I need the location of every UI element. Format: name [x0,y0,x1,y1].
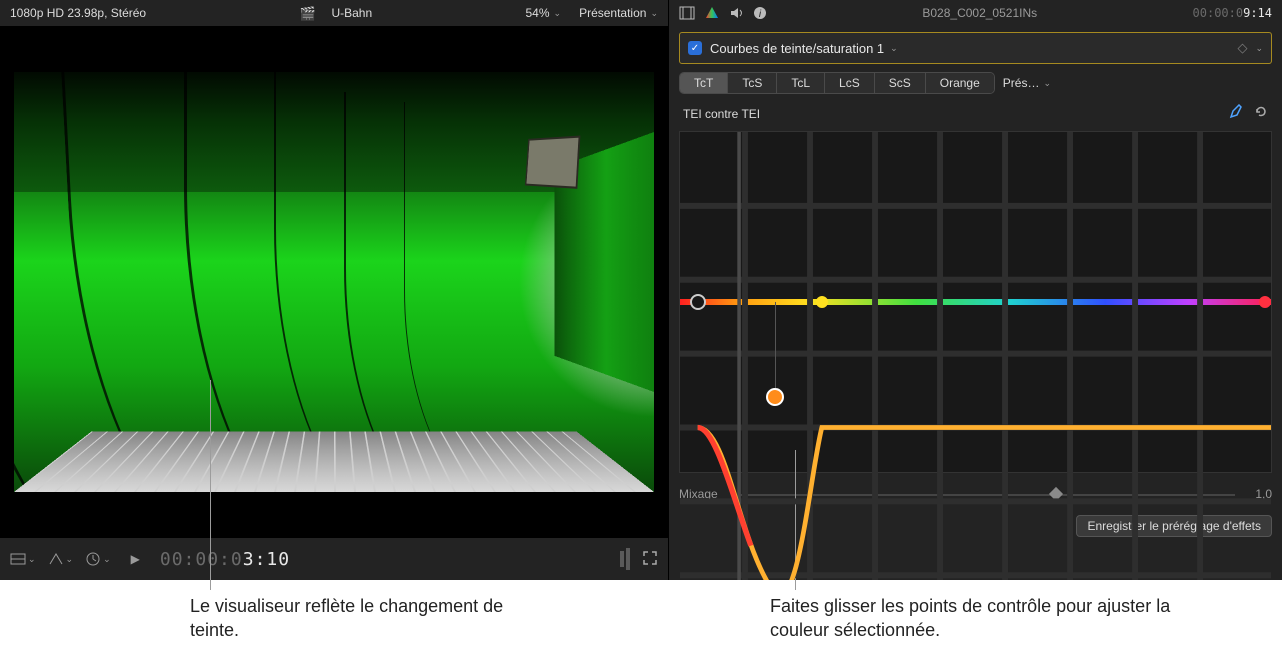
audio-meter-icon[interactable] [620,548,630,570]
play-button[interactable]: ▶ [123,552,148,566]
chevron-down-icon[interactable]: ⌄ [1255,43,1263,54]
zoom-value: 54% [525,6,549,20]
preset-menu[interactable]: Prés… ⌄ [1003,76,1051,90]
chevron-down-icon: ⌄ [554,8,562,19]
curve-point-yellow[interactable] [816,296,828,308]
curve-editor[interactable] [679,131,1272,473]
inspector-timecode: 00:00:09:14 [1193,6,1272,20]
curve-header: TEI contre TEI [669,100,1282,127]
clip-appearance-menu[interactable]: ⌄ [10,553,36,565]
captions: Le visualiseur reflète le changement de … [0,580,1282,660]
tab-tcl[interactable]: TcL [777,73,825,93]
viewer-panel: 1080p HD 23.98p, Stéréo U-Bahn 54% ⌄ Pré… [0,0,668,580]
caption-left: Le visualiseur reflète le changement de … [190,594,510,643]
eyedropper-icon[interactable] [1228,104,1244,123]
fullscreen-button[interactable] [642,550,658,569]
chevron-down-icon: ⌄ [650,8,658,19]
curve-point-end[interactable] [1259,296,1271,308]
curve-point-start[interactable] [690,294,706,310]
caption-right: Faites glisser les points de contrôle po… [770,594,1210,643]
curve-point-selected[interactable] [766,388,784,406]
video-inspector-icon[interactable] [679,6,695,20]
transform-menu[interactable]: ⌄ [48,552,74,566]
chevron-down-icon: ⌄ [66,554,74,565]
chevron-down-icon: ⌄ [28,554,36,565]
chevron-down-icon: ⌄ [1043,78,1051,89]
curve-title-label: TEI contre TEI [683,107,760,121]
curve-tabs: TcT TcS TcL LcS ScS Orange Prés… ⌄ [679,70,1272,96]
viewer-timecode[interactable]: 00:00:03:10 [160,549,290,570]
audio-inspector-icon[interactable] [729,6,743,20]
effect-name[interactable]: Courbes de teinte/saturation 1 ⌄ [710,41,1229,56]
keyframe-icon[interactable]: ◇ [1237,40,1247,56]
info-inspector-icon[interactable]: i [753,6,767,20]
tab-lcs[interactable]: LcS [825,73,875,93]
transport-bar: ⌄ ⌄ ⌄ ▶ 00:00:03:10 [0,538,668,580]
clip-name[interactable]: U-Bahn [331,6,372,20]
view-menu-label: Présentation [579,6,646,20]
tab-scs[interactable]: ScS [875,73,926,93]
tab-orange[interactable]: Orange [926,73,994,93]
viewer-frame [14,72,654,492]
reset-icon[interactable] [1254,105,1268,122]
tab-tct[interactable]: TcT [680,73,728,93]
clapper-icon [299,6,313,20]
effect-checkbox[interactable]: ✓ [688,41,702,55]
chevron-down-icon: ⌄ [890,43,898,54]
format-label: 1080p HD 23.98p, Stéréo [10,6,146,20]
view-menu[interactable]: Présentation ⌄ [579,6,658,20]
zoom-menu[interactable]: 54% ⌄ [525,6,561,20]
viewer-area[interactable] [0,26,668,538]
chevron-down-icon: ⌄ [103,554,111,565]
curve-tab-group: TcT TcS TcL LcS ScS Orange [679,72,995,94]
retime-menu[interactable]: ⌄ [85,551,111,567]
inspector-panel: i B028_C002_0521INs 00:00:09:14 ✓ Courbe… [668,0,1282,580]
color-inspector-icon[interactable] [705,6,719,20]
effect-row[interactable]: ✓ Courbes de teinte/saturation 1 ⌄ ◇ ⌄ [679,32,1272,64]
tab-tcs[interactable]: TcS [728,73,777,93]
viewer-image [14,72,654,492]
handle-line [775,302,776,398]
inspector-top-bar: i B028_C002_0521INs 00:00:09:14 [669,0,1282,26]
viewer-top-bar: 1080p HD 23.98p, Stéréo U-Bahn 54% ⌄ Pré… [0,0,668,26]
app-frame: 1080p HD 23.98p, Stéréo U-Bahn 54% ⌄ Pré… [0,0,1282,580]
inspector-clip-name: B028_C002_0521INs [922,6,1037,20]
